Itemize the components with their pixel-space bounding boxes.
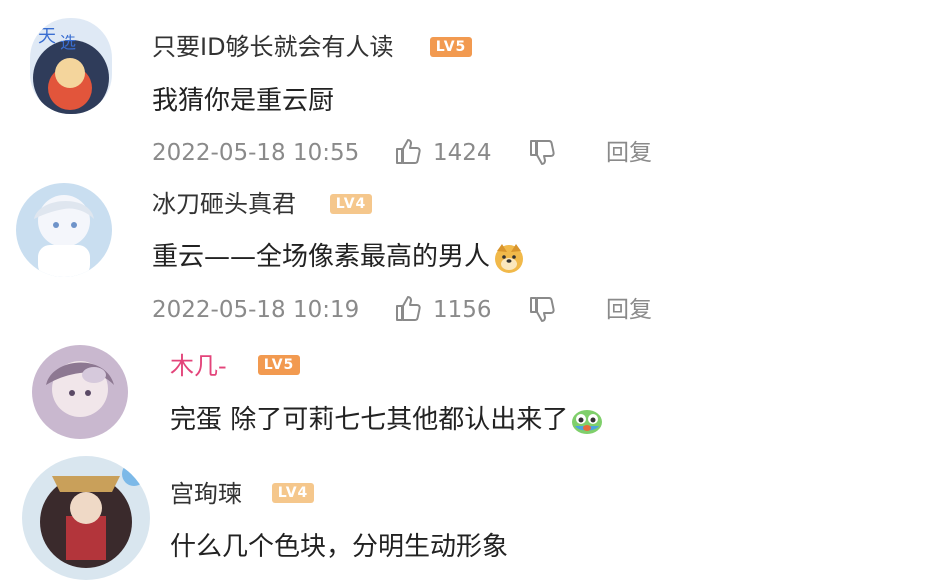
- thumbs-down-icon[interactable]: [527, 295, 557, 325]
- avatar[interactable]: [32, 345, 128, 439]
- level-badge: LV5: [258, 355, 300, 375]
- comment-date: 2022-05-18 10:55: [152, 140, 360, 166]
- username[interactable]: 冰刀砸头真君: [152, 189, 296, 219]
- comment-text-content: 重云——全场像素最高的男人: [152, 242, 491, 272]
- avatar[interactable]: 天 选: [30, 18, 112, 114]
- crying-emoji: [570, 404, 604, 438]
- reply-button[interactable]: 回复: [606, 295, 652, 325]
- comment-text: 我猜你是重云厨: [152, 86, 335, 116]
- thumbs-up-icon[interactable]: [393, 293, 423, 323]
- username[interactable]: 只要ID够长就会有人读: [152, 32, 394, 62]
- avatar[interactable]: [16, 183, 112, 277]
- username[interactable]: 木几-: [170, 351, 227, 381]
- thumbs-up-icon[interactable]: [393, 136, 423, 166]
- like-count: 1424: [433, 140, 492, 166]
- avatar[interactable]: [22, 456, 150, 580]
- svg-text:天: 天: [38, 26, 56, 47]
- comment-text: 什么几个色块，分明生动形象: [170, 532, 509, 562]
- comment-text: 完蛋 除了可莉七七其他都认出来了: [170, 403, 604, 438]
- reply-button[interactable]: 回复: [606, 138, 652, 168]
- level-badge: LV5: [430, 37, 472, 57]
- like-count: 1156: [433, 297, 492, 323]
- comment-date: 2022-05-18 10:19: [152, 297, 360, 323]
- thumbs-down-icon[interactable]: [527, 138, 557, 168]
- level-badge: LV4: [272, 483, 314, 503]
- username[interactable]: 宫珣瑓: [170, 479, 242, 509]
- doge-emoji: [492, 241, 526, 275]
- level-badge: LV4: [330, 194, 372, 214]
- comment-text: 重云——全场像素最高的男人: [152, 240, 526, 275]
- comment-text-content: 完蛋 除了可莉七七其他都认出来了: [170, 405, 569, 435]
- svg-text:选: 选: [60, 33, 76, 52]
